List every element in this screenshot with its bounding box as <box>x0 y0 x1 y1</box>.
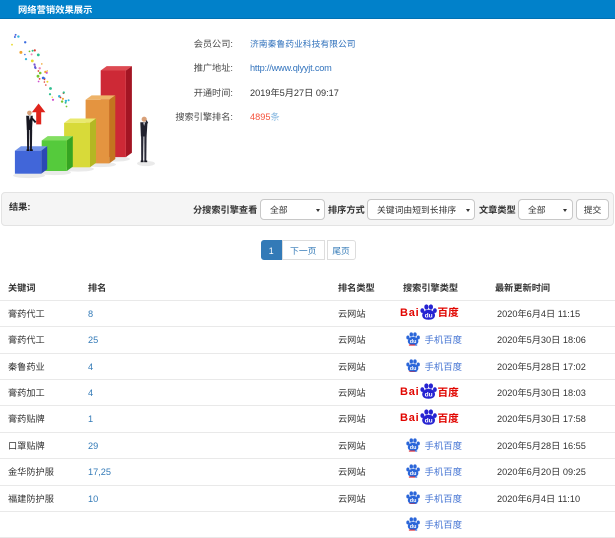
svg-text:du: du <box>425 312 433 319</box>
svg-text:du: du <box>409 472 416 478</box>
svg-text:du: du <box>409 498 416 504</box>
svg-text:du: du <box>409 445 416 451</box>
svg-text:du: du <box>409 340 416 346</box>
svg-text:du: du <box>425 391 433 398</box>
svg-text:du: du <box>425 418 433 425</box>
svg-text:du: du <box>409 524 416 530</box>
svg-text:du: du <box>409 366 416 372</box>
